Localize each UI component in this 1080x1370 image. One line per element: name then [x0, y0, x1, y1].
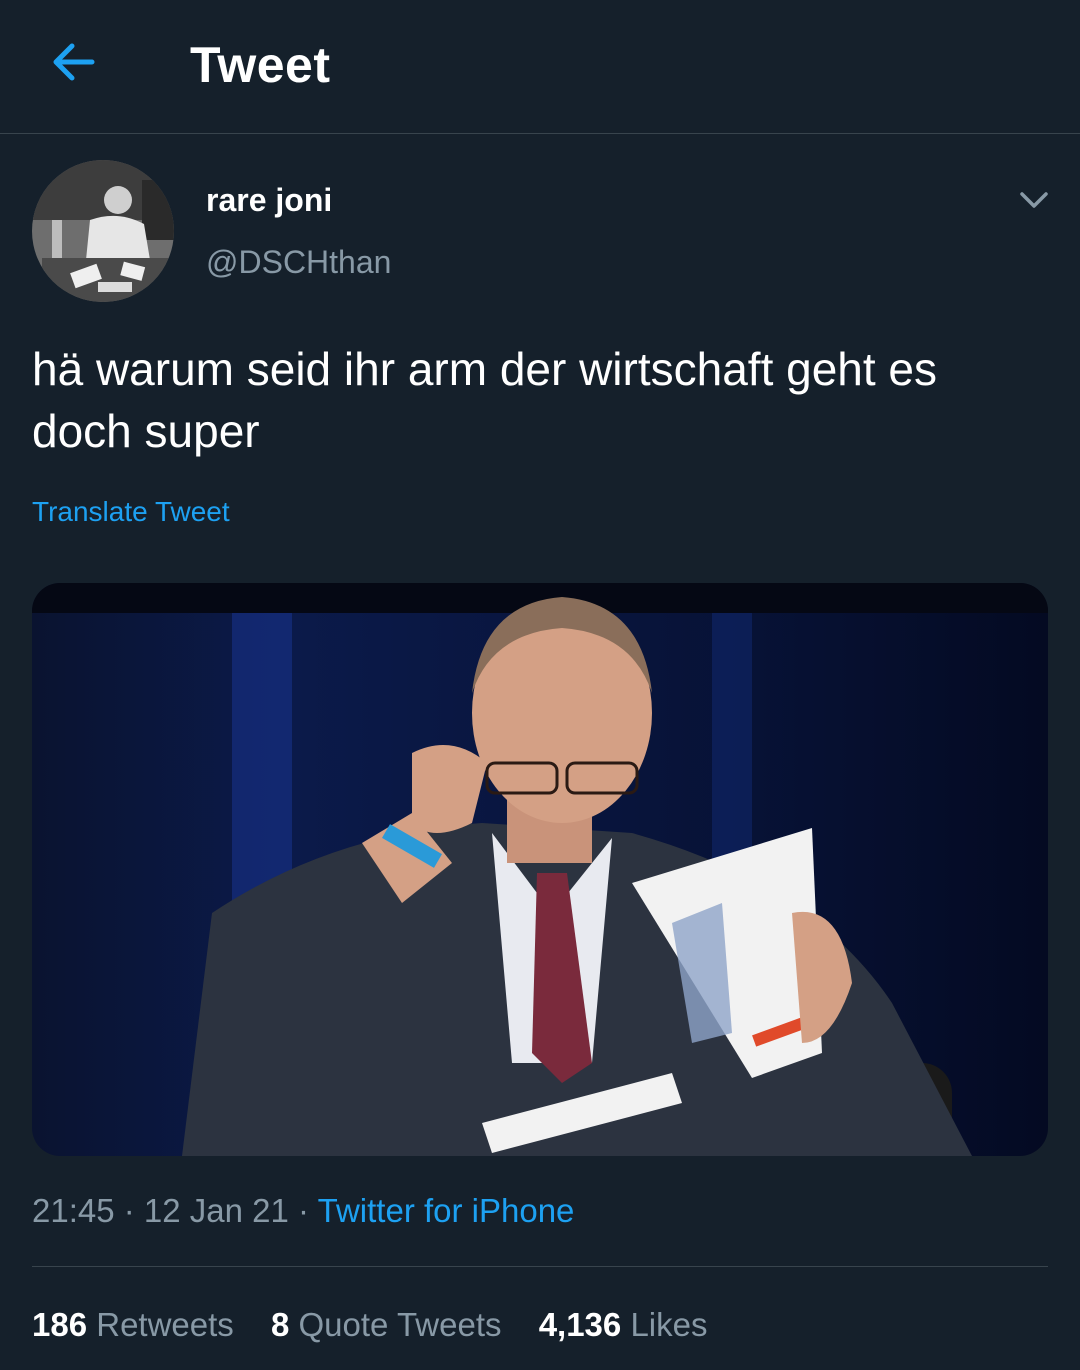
engagement-stats: 186 Retweets 8 Quote Tweets 4,136 Likes	[32, 1306, 736, 1344]
likes-count: 4,136	[538, 1306, 622, 1343]
tweet-menu-button[interactable]	[1016, 184, 1052, 216]
divider	[32, 1266, 1048, 1267]
meta-separator: ·	[114, 1192, 144, 1229]
chevron-down-icon	[1020, 192, 1048, 208]
retweets-label: Retweets	[96, 1306, 234, 1343]
tweet-client-link[interactable]: Twitter for iPhone	[318, 1192, 575, 1229]
retweets-count: 186	[32, 1306, 88, 1343]
retweets-stat[interactable]: 186 Retweets	[32, 1306, 234, 1343]
likes-label: Likes	[630, 1306, 708, 1343]
top-bar: Tweet	[0, 0, 1080, 134]
avatar[interactable]	[32, 160, 174, 302]
tweet-date: 12 Jan 21	[143, 1192, 289, 1229]
tweet-metadata: 21:45 · 12 Jan 21 · Twitter for iPhone	[32, 1192, 574, 1230]
likes-stat[interactable]: 4,136 Likes	[539, 1306, 708, 1343]
quote-tweets-count: 8	[270, 1306, 290, 1343]
author-display-name[interactable]: rare joni	[206, 182, 332, 219]
quote-tweets-label: Quote Tweets	[298, 1306, 502, 1343]
tweet-time: 21:45	[32, 1192, 115, 1229]
page-title: Tweet	[190, 37, 331, 93]
arrow-left-icon	[53, 43, 95, 81]
translate-tweet-link[interactable]: Translate Tweet	[32, 496, 230, 528]
author-handle[interactable]: @DSCHthan	[206, 244, 391, 281]
meta-separator: ·	[288, 1192, 318, 1229]
quote-tweets-stat[interactable]: 8 Quote Tweets	[271, 1306, 502, 1343]
back-button[interactable]	[48, 38, 100, 86]
tweet-media-photo[interactable]	[32, 583, 1048, 1156]
tweet-text: hä warum seid ihr arm der wirtschaft geh…	[32, 343, 938, 457]
